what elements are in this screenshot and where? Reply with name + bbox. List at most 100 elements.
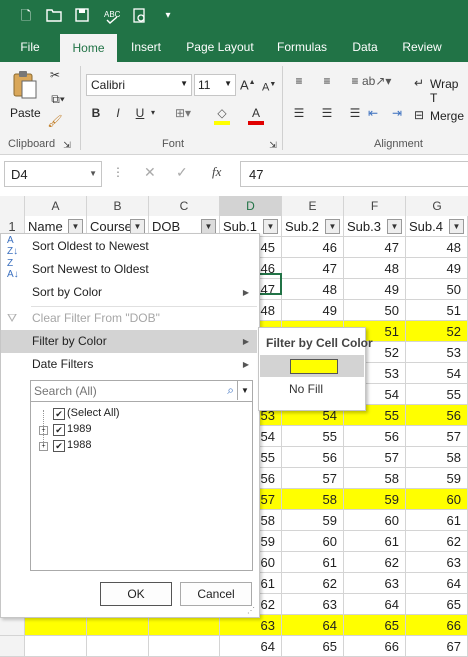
grid-cell[interactable]: 66 <box>344 636 406 657</box>
insert-function-icon[interactable]: fx <box>212 164 221 180</box>
column-header-f[interactable]: F <box>344 196 406 217</box>
column-header-c[interactable]: C <box>149 196 220 217</box>
grid-cell[interactable]: 50 <box>406 279 468 300</box>
column-header-b[interactable]: B <box>87 196 149 217</box>
bold-button[interactable]: B <box>88 104 104 122</box>
resize-grip-icon[interactable]: ⋰ <box>247 606 255 615</box>
grid-cell[interactable] <box>87 636 149 657</box>
filter-search-input[interactable] <box>31 381 224 400</box>
grid-cell[interactable]: 48 <box>406 237 468 258</box>
filter-dropdown-icon[interactable]: ▼ <box>130 219 145 234</box>
fill-color-button[interactable]: ◇ <box>212 104 236 126</box>
column-header-e[interactable]: E <box>282 196 344 217</box>
font-name-select[interactable]: Calibri ▼ <box>86 74 192 96</box>
grid-cell[interactable] <box>149 615 220 636</box>
cancel-button[interactable]: Cancel <box>180 582 252 606</box>
grid-cell[interactable]: 51 <box>406 300 468 321</box>
grid-cell[interactable]: 61 <box>282 552 344 573</box>
menu-filter-by-color[interactable]: Filter by Color ▶ <box>1 330 257 353</box>
grid-cell[interactable]: 56 <box>344 426 406 447</box>
grid-cell[interactable]: 59 <box>344 489 406 510</box>
grid-cell[interactable]: 64 <box>282 615 344 636</box>
borders-icon[interactable]: ⊞▾ <box>172 104 194 122</box>
tab-formulas[interactable]: Formulas <box>270 32 334 62</box>
grid-cell[interactable]: 49 <box>344 279 406 300</box>
select-all-corner[interactable] <box>0 196 25 217</box>
grid-cell[interactable]: 64 <box>406 573 468 594</box>
align-left-icon[interactable]: ☰ <box>290 104 308 122</box>
column-header-a[interactable]: A <box>25 196 87 217</box>
grid-cell[interactable]: 59 <box>282 510 344 531</box>
header-cell-sub3[interactable]: Sub.3 ▼ <box>344 216 406 237</box>
grid-cell[interactable]: 63 <box>406 552 468 573</box>
open-folder-icon[interactable] <box>46 8 62 24</box>
cut-icon[interactable]: ✂ <box>46 66 64 84</box>
grid-cell[interactable]: 48 <box>282 279 344 300</box>
grid-cell[interactable]: 59 <box>406 468 468 489</box>
align-top-icon[interactable]: ≡ <box>290 72 308 90</box>
grid-cell[interactable]: 56 <box>282 447 344 468</box>
checkbox-checked-icon[interactable]: ✔ <box>53 408 65 420</box>
grid-cell[interactable]: 62 <box>406 531 468 552</box>
grid-cell[interactable]: 60 <box>282 531 344 552</box>
tab-data[interactable]: Data <box>346 32 384 62</box>
italic-button[interactable]: I <box>110 104 126 122</box>
grid-cell[interactable]: 63 <box>344 573 406 594</box>
yellow-fill-option[interactable] <box>260 355 364 377</box>
spelling-check-icon[interactable]: ABC <box>104 8 121 24</box>
grow-font-icon[interactable]: A▲ <box>240 74 256 94</box>
grid-cell[interactable]: 57 <box>406 426 468 447</box>
decrease-indent-icon[interactable]: ⇤ <box>364 104 382 122</box>
filter-dropdown-icon[interactable]: ▼ <box>449 219 464 234</box>
orientation-icon[interactable]: ab↗▾ <box>362 72 391 90</box>
tab-page-layout[interactable]: Page Layout <box>180 32 260 62</box>
column-header-g[interactable]: G <box>406 196 468 217</box>
font-launcher-icon[interactable]: ⇲ <box>268 136 278 154</box>
grid-cell[interactable]: 52 <box>406 321 468 342</box>
tab-home[interactable]: Home <box>60 34 117 62</box>
grid-cell[interactable]: 47 <box>282 258 344 279</box>
menu-sort-by-color[interactable]: Sort by Color ▶ <box>1 281 257 304</box>
print-preview-icon[interactable] <box>132 8 148 24</box>
shrink-font-icon[interactable]: A▼ <box>262 76 276 97</box>
filter-search-field[interactable]: ⌕ ▼ <box>30 380 253 403</box>
grid-cell[interactable]: 65 <box>282 636 344 657</box>
grid-cell[interactable]: 49 <box>282 300 344 321</box>
no-fill-option[interactable]: No Fill <box>289 382 323 396</box>
row-header[interactable] <box>0 615 25 636</box>
grid-cell[interactable]: 55 <box>282 426 344 447</box>
tab-review[interactable]: Review <box>396 32 448 62</box>
cancel-icon[interactable]: ✕ <box>144 164 156 181</box>
row-header[interactable] <box>0 636 25 657</box>
grid-cell[interactable]: 57 <box>344 447 406 468</box>
filter-dropdown-icon[interactable]: ▼ <box>68 219 83 234</box>
checkbox-checked-icon[interactable]: ✔ <box>53 424 65 436</box>
checkbox-checked-icon[interactable]: ✔ <box>53 440 65 452</box>
new-file-icon[interactable]: 🗋 <box>18 8 34 24</box>
grid-cell[interactable]: 58 <box>282 489 344 510</box>
filter-dropdown-icon[interactable]: ▼ <box>263 219 278 234</box>
grid-cell[interactable]: 64 <box>344 594 406 615</box>
menu-date-filters[interactable]: Date Filters ▶ <box>1 353 257 376</box>
column-header-d[interactable]: D <box>220 196 282 218</box>
grid-cell[interactable] <box>25 615 87 636</box>
grid-cell[interactable]: 64 <box>220 636 282 657</box>
tab-insert[interactable]: Insert <box>124 32 168 62</box>
grid-cell[interactable]: 46 <box>282 237 344 258</box>
grid-cell[interactable]: 62 <box>282 573 344 594</box>
increase-indent-icon[interactable]: ⇥ <box>388 104 406 122</box>
grid-cell[interactable]: 58 <box>344 468 406 489</box>
expand-icon[interactable]: + <box>39 426 48 435</box>
ok-button[interactable]: OK <box>100 582 172 606</box>
grid-cell[interactable]: 66 <box>406 615 468 636</box>
filter-dropdown-icon[interactable]: ▼ <box>387 219 402 234</box>
grid-cell[interactable]: 61 <box>344 531 406 552</box>
filter-dropdown-icon[interactable]: ▼ <box>325 219 340 234</box>
formula-input[interactable]: 47 <box>240 161 468 187</box>
grid-cell[interactable] <box>149 636 220 657</box>
menu-sort-newest[interactable]: Z A↓ Sort Newest to Oldest <box>1 258 257 281</box>
copy-icon[interactable]: ⧉▾ <box>46 90 70 108</box>
align-center-icon[interactable]: ☰ <box>318 104 336 122</box>
header-cell-sub2[interactable]: Sub.2 ▼ <box>282 216 344 237</box>
expand-icon[interactable]: + <box>39 442 48 451</box>
